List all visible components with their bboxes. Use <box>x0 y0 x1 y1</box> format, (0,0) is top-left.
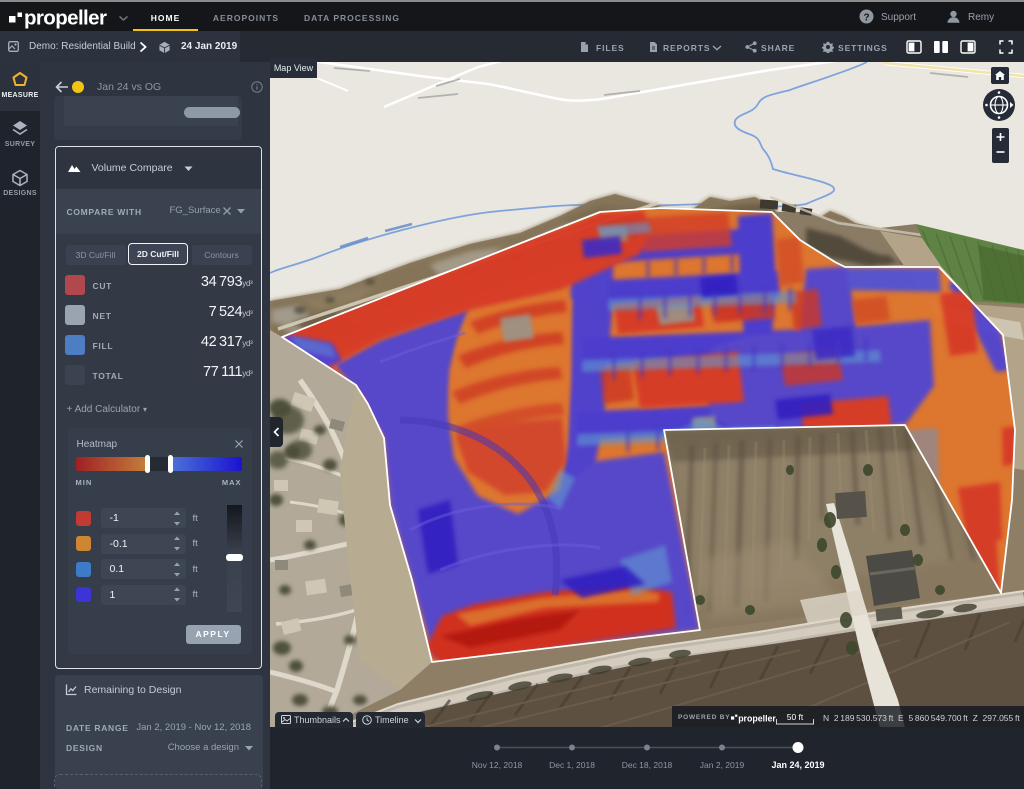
svg-text:propeller: propeller <box>738 713 776 723</box>
svg-text:?: ? <box>863 13 869 24</box>
svg-text:propeller: propeller <box>24 7 107 29</box>
